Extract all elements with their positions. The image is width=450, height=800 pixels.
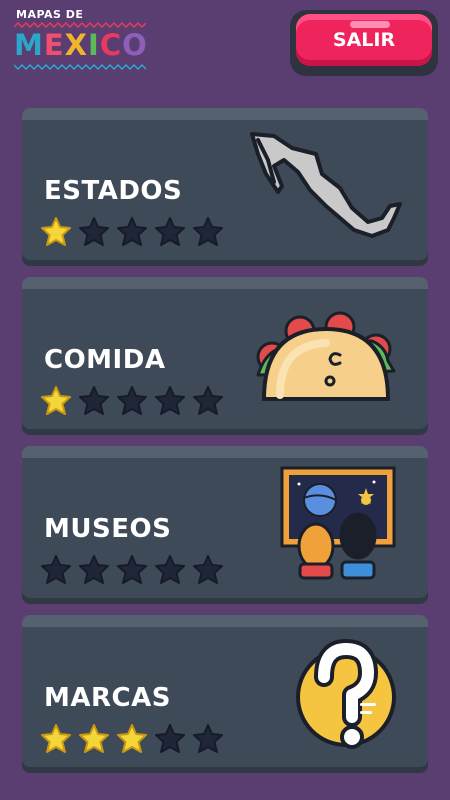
star-empty-icon bbox=[79, 217, 109, 246]
category-title: MUSEOS bbox=[44, 514, 172, 544]
star-empty-icon bbox=[155, 386, 185, 415]
star-empty-icon bbox=[193, 217, 223, 246]
category-title: ESTADOS bbox=[44, 176, 183, 206]
star-filled-icon bbox=[41, 217, 71, 246]
exit-button[interactable]: SALIR bbox=[296, 14, 432, 66]
category-title: MARCAS bbox=[44, 683, 171, 713]
logo-title: MEXICO bbox=[14, 28, 148, 62]
star-filled-icon bbox=[117, 724, 147, 753]
star-empty-icon bbox=[155, 724, 185, 753]
star-rating bbox=[40, 385, 224, 417]
museum-visitors-icon bbox=[280, 466, 396, 580]
star-empty-icon bbox=[41, 555, 71, 584]
exit-button-shine bbox=[350, 21, 390, 28]
star-empty-icon bbox=[193, 724, 223, 753]
logo-subtitle: MAPAS DE bbox=[16, 8, 84, 21]
star-filled-icon bbox=[41, 724, 71, 753]
category-card-museos[interactable]: MUSEOS bbox=[22, 446, 428, 598]
star-empty-icon bbox=[155, 217, 185, 246]
star-empty-icon bbox=[79, 555, 109, 584]
star-empty-icon bbox=[117, 555, 147, 584]
app-logo: MAPAS DE MEXICO bbox=[14, 8, 148, 70]
category-card-comida[interactable]: COMIDA bbox=[22, 277, 428, 429]
star-empty-icon bbox=[117, 386, 147, 415]
star-rating bbox=[40, 723, 224, 755]
taco-icon bbox=[256, 311, 396, 401]
category-card-marcas[interactable]: MARCAS bbox=[22, 615, 428, 767]
star-filled-icon bbox=[79, 724, 109, 753]
star-empty-icon bbox=[193, 386, 223, 415]
mexico-map-icon bbox=[250, 132, 402, 238]
star-empty-icon bbox=[117, 217, 147, 246]
question-mark-icon bbox=[296, 639, 396, 749]
category-title: COMIDA bbox=[44, 345, 166, 375]
star-rating bbox=[40, 216, 224, 248]
exit-button-frame: SALIR bbox=[290, 10, 438, 76]
star-empty-icon bbox=[155, 555, 185, 584]
logo-zigzag-bottom bbox=[14, 64, 146, 70]
star-filled-icon bbox=[41, 386, 71, 415]
star-rating bbox=[40, 554, 224, 586]
star-empty-icon bbox=[79, 386, 109, 415]
exit-button-label: SALIR bbox=[332, 29, 396, 51]
star-empty-icon bbox=[193, 555, 223, 584]
category-card-estados[interactable]: ESTADOS bbox=[22, 108, 428, 260]
